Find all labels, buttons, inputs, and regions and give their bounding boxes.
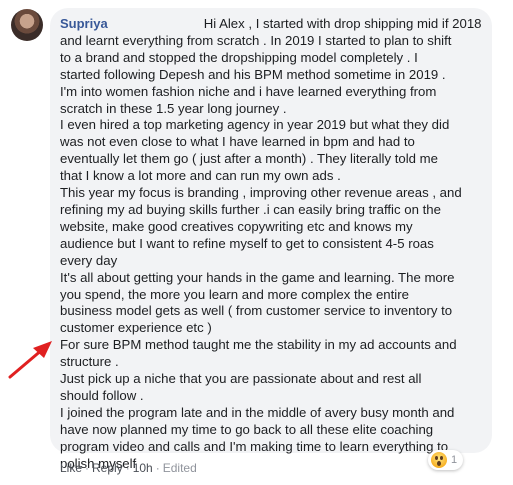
separator: · [85,461,90,475]
comment-line: For sure BPM method taught me the stabil… [60,337,457,353]
separator: · [125,461,130,475]
comment-line: that I know a lot more and can run my ow… [60,168,341,184]
comment-line: Just pick up a niche that you are passio… [60,371,422,387]
comment-line: I joined the program late and in the mid… [60,404,455,420]
comment-line: Hi Alex , I started with drop shipping m… [203,16,482,31]
separator: · [155,461,160,475]
comment-line: should follow . [60,387,144,403]
comment-line: eventually let them go ( just after a mo… [60,151,438,167]
comment-line: I even hired a top marketing agency in y… [60,117,450,133]
comment-line: was not even close to what I have learne… [60,134,415,150]
comment-line: customer experience etc ) [60,320,212,336]
comment-line: structure . [60,354,119,370]
comment-line: every day [60,252,118,268]
comment-bubble: Supriya Hi Alex , I started with drop shi… [50,8,492,471]
comment-line: to a brand and stopped the dropshipping … [60,49,418,65]
comment-line: audience but I want to refine myself to … [60,235,434,251]
comment-line: refining my ad buying skills further .i … [60,201,441,217]
comment-text: Supriya Hi Alex , I started with drop shi… [60,15,490,472]
commenter-avatar[interactable] [11,9,43,41]
comment-line: scratch in these 1.5 year long journey . [60,100,287,116]
reaction-count: 1 [451,454,458,466]
comment-line: started following Depesh and his BPM met… [60,66,446,82]
comment-line: It's all about getting your hands in the… [60,269,455,285]
reply-link[interactable]: Reply [92,461,123,475]
comment-line: and learnt everything from scratch . In … [60,32,452,48]
comment-line: website, make good creatives copywriting… [60,218,413,234]
wow-emoji-icon [431,452,447,468]
comment-line: have now planned my time to go back to a… [60,421,434,437]
comment-actions: Like · Reply · 10h · Edited [60,460,197,476]
comment-line: I'm into women fashion niche and i have … [60,83,437,99]
like-link[interactable]: Like [60,461,82,475]
comment-line: you spend, the more you learn and more c… [60,286,409,302]
comment-line: business model gets as well ( from custo… [60,303,453,319]
edited-label[interactable]: Edited [163,461,197,475]
comment-line: program video and calls and I'm making t… [60,438,449,454]
author-name-link[interactable]: Supriya [60,16,108,31]
reaction-count-badge[interactable]: 1 [428,450,464,470]
timestamp-link[interactable]: 10h [133,461,153,475]
comment-first-line: Supriya Hi Alex , I started with drop shi… [60,15,490,33]
comment-line: This year my focus is branding , improvi… [60,185,462,201]
